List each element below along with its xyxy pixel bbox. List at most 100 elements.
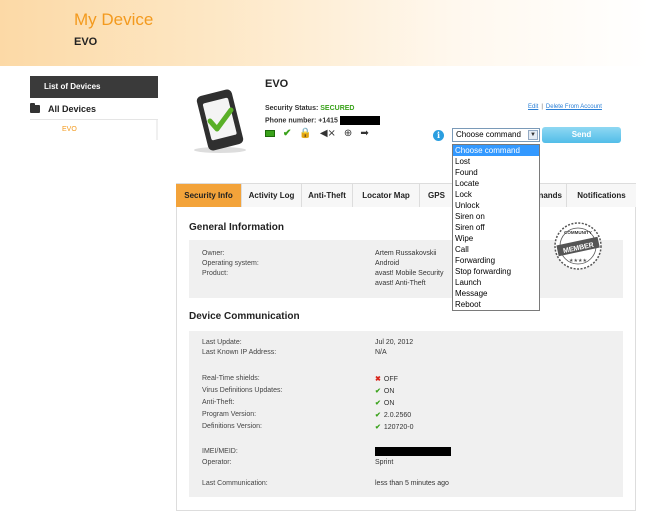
mute-icon: ◀×	[319, 128, 336, 139]
tab-bar: Security Info Activity Log Anti-Theft Lo…	[176, 183, 636, 207]
tab-gps[interactable]: GPS	[420, 184, 454, 207]
dropdown-option[interactable]: Call	[453, 244, 539, 255]
device-links: Edit | Delete From Account	[528, 104, 602, 110]
device-feature-icons: ✔ 🔒 ◀× ⊕ ➡	[265, 128, 369, 139]
info-icon[interactable]: i	[433, 130, 444, 141]
tab-activity-log[interactable]: Activity Log	[242, 184, 302, 207]
dropdown-option[interactable]: Stop forwarding	[453, 266, 539, 277]
lock-icon: 🔒	[299, 128, 312, 139]
product-label: Product:	[202, 270, 229, 277]
sidebar-item-all-devices[interactable]: All Devices	[30, 98, 158, 120]
dropdown-option[interactable]: Siren off	[453, 222, 539, 233]
phone-number: Phone number: +1415	[265, 116, 380, 125]
check-icon: ✔	[283, 128, 292, 139]
program-version-value: 2.0.2560	[383, 412, 412, 419]
x-icon: ✖	[375, 376, 381, 383]
rts-label: Real-Time shields:	[202, 375, 260, 382]
last-comm-value: less than 5 minutes ago	[375, 480, 449, 487]
page-subtitle: EVO	[74, 36, 98, 48]
device-comm-title: Device Communication	[189, 311, 300, 322]
ip-label: Last Known IP Address:	[202, 349, 277, 356]
owner-value: Artem Russakovskii	[375, 250, 437, 257]
rts-value: OFF	[383, 376, 398, 383]
device-name: EVO	[265, 78, 289, 90]
security-status-value: SECURED	[320, 105, 355, 112]
security-status-label: Security Status:	[265, 105, 319, 112]
page-header: My Device EVO	[0, 0, 650, 66]
anti-theft-status: ✔ ON	[375, 399, 394, 407]
vdu-status: ✔ ON	[375, 387, 394, 395]
program-version-label: Program Version:	[202, 411, 257, 418]
device-list-sidebar: List of Devices All Devices EVO	[30, 76, 158, 140]
product-value-2: avast! Anti-Theft	[375, 280, 426, 287]
security-info-panel: General Information Owner: Artem Russako…	[176, 207, 636, 511]
definitions-version-label: Definitions Version:	[202, 423, 262, 430]
command-select-value: Choose command	[456, 130, 521, 139]
page-title: My Device	[74, 10, 154, 29]
tab-notifications[interactable]: Notifications	[567, 184, 636, 207]
tab-anti-theft[interactable]: Anti-Theft	[302, 184, 353, 207]
last-comm-label: Last Communication:	[202, 480, 268, 487]
imei-value	[375, 447, 451, 458]
dropdown-option[interactable]: Unlock	[453, 200, 539, 211]
command-dropdown: Choose command Lost Found Locate Lock Un…	[452, 144, 540, 311]
last-update-value: Jul 20, 2012	[375, 339, 414, 346]
dropdown-option[interactable]: Locate	[453, 178, 539, 189]
anti-theft-value: ON	[383, 400, 395, 407]
device-comm-box: Last Update: Jul 20, 2012 Last Known IP …	[189, 331, 623, 497]
owner-label: Owner:	[202, 250, 225, 257]
dropdown-option[interactable]: Reboot	[453, 299, 539, 310]
check-icon: ✔	[375, 400, 381, 407]
dropdown-option[interactable]: Lost	[453, 156, 539, 167]
vdu-value: ON	[383, 388, 395, 395]
redacted-block	[339, 116, 380, 125]
battery-icon	[265, 130, 275, 137]
dropdown-option[interactable]: Wipe	[453, 233, 539, 244]
edit-link[interactable]: Edit	[528, 104, 538, 110]
definitions-version-value: 120720-0	[383, 424, 414, 431]
arrow-right-icon: ➡	[360, 128, 369, 139]
check-icon: ✔	[375, 424, 381, 431]
folder-icon	[30, 102, 40, 113]
imei-label: IMEI/MEID:	[202, 448, 238, 455]
sidebar-item-label: All Devices	[48, 103, 97, 114]
phone-number-label: Phone number: +1415	[265, 117, 338, 125]
badge-top-text: COMMUNITY	[564, 230, 592, 235]
dropdown-option[interactable]: Forwarding	[453, 255, 539, 266]
anti-theft-label: Anti-Theft:	[202, 399, 235, 406]
operator-value: Sprint	[375, 459, 394, 466]
dropdown-option[interactable]: Siren on	[453, 211, 539, 222]
svg-text:★★★★: ★★★★	[569, 258, 587, 264]
dropdown-option[interactable]: Message	[453, 288, 539, 299]
operator-label: Operator:	[202, 459, 232, 466]
sidebar-heading: List of Devices	[30, 76, 158, 98]
check-icon: ✔	[375, 388, 381, 395]
product-value-1: avast! Mobile Security	[375, 270, 444, 277]
dropdown-option[interactable]: Launch	[453, 277, 539, 288]
program-version-status: ✔ 2.0.2560	[375, 411, 411, 419]
rts-status: ✖ OFF	[375, 375, 398, 383]
redacted-block	[375, 447, 451, 456]
last-update-label: Last Update:	[202, 339, 242, 346]
check-icon: ✔	[375, 412, 381, 419]
security-status: Security Status: SECURED	[265, 105, 354, 112]
definitions-version-status: ✔ 120720-0	[375, 423, 413, 431]
locate-icon: ⊕	[343, 128, 353, 139]
tab-locator-map[interactable]: Locator Map	[353, 184, 420, 207]
phone-check-icon	[194, 89, 246, 153]
sidebar-item-evo[interactable]: EVO	[30, 120, 158, 140]
dropdown-option[interactable]: Found	[453, 167, 539, 178]
dropdown-option[interactable]: Lock	[453, 189, 539, 200]
community-member-badge: COMMUNITY MEMBER ★★★★	[554, 222, 602, 270]
tab-security-info[interactable]: Security Info	[176, 184, 242, 207]
ip-value: N/A	[375, 349, 387, 356]
command-select[interactable]: Choose command ▼	[452, 128, 540, 142]
general-info-title: General Information	[189, 222, 285, 233]
delete-link[interactable]: Delete From Account	[546, 104, 602, 110]
vdu-label: Virus Definitions Updates:	[202, 387, 283, 394]
chevron-down-icon[interactable]: ▼	[528, 130, 538, 140]
send-button[interactable]: Send	[542, 127, 621, 143]
os-value: Android	[375, 260, 400, 267]
os-label: Operating system:	[202, 260, 259, 267]
dropdown-option[interactable]: Choose command	[453, 145, 539, 156]
